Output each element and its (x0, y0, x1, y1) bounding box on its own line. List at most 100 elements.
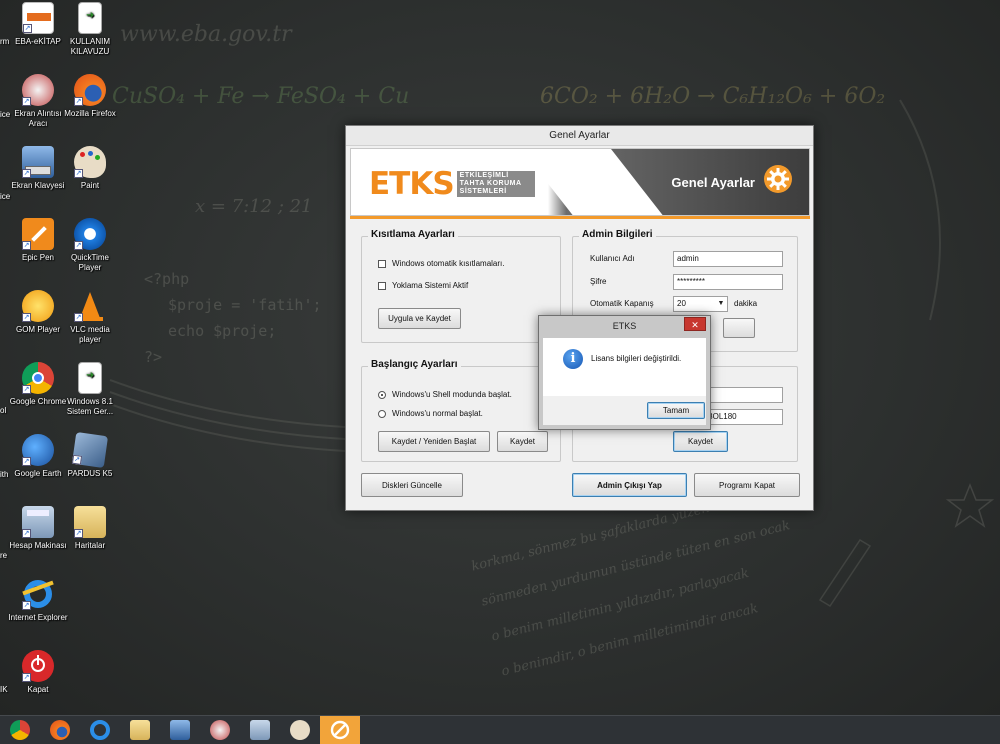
quicktime-icon: ↗ (74, 218, 106, 250)
mozilla-firefox-icon[interactable]: ↗ Mozilla Firefox (60, 74, 120, 119)
license-changed-dialog: ETKS ✕ i Lisans bilgileri değiştirildi. … (538, 315, 711, 430)
scissors-icon (210, 720, 230, 740)
update-disks-button[interactable]: Diskleri Güncelle (361, 473, 463, 497)
folder-icon (130, 720, 150, 740)
apply-save-button[interactable]: Uygula ve Kaydet (378, 308, 461, 329)
palette-icon (290, 720, 310, 740)
taskbar-internet-explorer[interactable] (80, 716, 120, 744)
admin-save-button-hidden[interactable] (723, 318, 755, 338)
icon-label: Mozilla Firefox (64, 109, 116, 118)
cut-label: ol (0, 406, 7, 415)
virtualbox-icon: ↗ (71, 431, 109, 469)
ekran-alintisi-icon[interactable]: ↗ Ekran Alıntısı Aracı (8, 74, 68, 129)
checkbox-label: Windows otomatik kısıtlamaları. (392, 259, 505, 268)
calculator-icon: ↗ (22, 506, 54, 538)
taskbar-snipping-tool[interactable] (200, 716, 240, 744)
auto-close-select[interactable]: 20 ▼ (673, 296, 728, 312)
icon-label: Google Earth (14, 469, 62, 478)
checkbox-label: Yoklama Sistemi Aktif (392, 281, 469, 290)
google-earth-icon[interactable]: ↗ Google Earth (8, 434, 68, 479)
firefox-icon: ↗ (74, 74, 106, 106)
icon-label: VLC media player (70, 325, 110, 344)
close-icon[interactable]: ✕ (684, 317, 706, 331)
restrictions-group: Kısıtlama Ayarları Windows otomatik kısı… (361, 229, 561, 343)
group-title: Admin Bilgileri (579, 229, 656, 240)
icon-label: GOM Player (15, 325, 60, 334)
startup-save-button[interactable]: Kaydet (497, 431, 548, 452)
close-program-button[interactable]: Programı Kapat (694, 473, 800, 497)
taskbar-on-screen-keyboard[interactable] (160, 716, 200, 744)
chrome-icon: ↗ (22, 362, 54, 394)
password-field[interactable]: ********* (673, 274, 783, 290)
kullanim-kilavuzu-icon[interactable]: ➜ KULLANIM KILAVUZU (60, 2, 120, 57)
epic-pen-icon[interactable]: ↗ Epic Pen (8, 218, 68, 263)
logo-sub-line: ETKİLEŞİMLİ (459, 172, 509, 179)
shortcut-arrow-icon: ↗ (22, 241, 31, 250)
icon-label: Haritalar (74, 541, 106, 550)
quicktime-player-icon[interactable]: ↗ QuickTime Player (60, 218, 120, 273)
keyboard-icon (170, 720, 190, 740)
taskbar-file-explorer[interactable] (120, 716, 160, 744)
palette-icon: ↗ (74, 146, 106, 178)
taskbar-firefox[interactable] (40, 716, 80, 744)
hesap-makinasi-icon[interactable]: ↗ Hesap Makinası (8, 506, 68, 551)
logo-sub-line: SİSTEMLERİ (459, 188, 507, 195)
checkbox-box[interactable] (378, 281, 386, 290)
group-title: Başlangıç Ayarları (368, 359, 461, 370)
kapat-icon[interactable]: ↗ Kapat (8, 650, 68, 695)
scissors-icon: ↗ (22, 74, 54, 106)
attendance-system-checkbox[interactable]: Yoklama Sistemi Aktif (378, 281, 468, 290)
taskbar-calculator[interactable] (240, 716, 280, 744)
icon-label: EBA-eKİTAP (15, 37, 61, 46)
chevron-down-icon[interactable]: ▼ (715, 297, 727, 311)
google-chrome-icon[interactable]: ↗ Google Chrome (8, 362, 68, 407)
shortcut-arrow-icon: ↗ (74, 313, 83, 322)
keyboard-icon: ↗ (22, 146, 54, 178)
eba-ekitap-icon[interactable]: ↗ EBA-eKİTAP (8, 2, 68, 47)
folder-icon: ↗ (74, 506, 106, 538)
ok-button[interactable]: Tamam (647, 402, 705, 419)
checkbox-box[interactable] (378, 259, 386, 268)
etks-app-icon (330, 720, 350, 740)
shell-mode-radio[interactable]: Windows'u Shell modunda başlat. (378, 390, 512, 399)
admin-logout-button[interactable]: Admin Çıkışı Yap (572, 473, 687, 497)
group-title: Kısıtlama Ayarları (368, 229, 458, 240)
document-icon: ➜ (78, 362, 102, 394)
haritalar-icon[interactable]: ↗ Haritalar (60, 506, 120, 551)
ebook-icon: ↗ (22, 2, 54, 34)
globe-icon: ↗ (22, 434, 54, 466)
logo-word: ETKS (369, 166, 455, 202)
logo-subtitle: ETKİLEŞİMLİ TAHTA KORUMA SİSTEMLERİ (456, 171, 535, 197)
taskbar (0, 715, 1000, 744)
icon-label: Epic Pen (21, 253, 55, 262)
shortcut-arrow-icon: ↗ (22, 385, 31, 394)
windows-restrictions-checkbox[interactable]: Windows otomatik kısıtlamaları. (378, 259, 504, 268)
paint-icon[interactable]: ↗ Paint (60, 146, 120, 191)
username-field[interactable]: admin (673, 251, 783, 267)
shortcut-arrow-icon: ↗ (74, 241, 83, 250)
internet-explorer-icon[interactable]: ↗ Internet Explorer (8, 578, 68, 623)
icon-label: Kapat (27, 685, 49, 694)
taskbar-etks[interactable] (320, 715, 360, 744)
license-save-button[interactable]: Kaydet (673, 431, 728, 452)
ekran-klavyesi-icon[interactable]: ↗ Ekran Klavyesi (8, 146, 68, 191)
dialog-message: Lisans bilgileri değiştirildi. (591, 354, 682, 363)
shortcut-arrow-icon: ↗ (74, 529, 83, 538)
save-restart-button[interactable]: Kaydet / Yeniden Başlat (378, 431, 490, 452)
taskbar-chrome[interactable] (0, 716, 40, 744)
shortcut-arrow-icon: ↗ (22, 529, 31, 538)
shortcut-arrow-icon: ↗ (71, 454, 83, 465)
radio-dot[interactable] (378, 390, 386, 399)
radio-dot[interactable] (378, 409, 386, 418)
icon-label: PARDUS K5 (67, 469, 113, 478)
windows-sistem-geri-icon[interactable]: ➜ Windows 8.1 Sistem Ger... (60, 362, 120, 417)
pen-icon: ↗ (22, 218, 54, 250)
gom-player-icon[interactable]: ↗ GOM Player (8, 290, 68, 335)
vlc-media-player-icon[interactable]: ↗ VLC media player (60, 290, 120, 345)
shortcut-arrow-icon: ↗ (22, 169, 31, 178)
taskbar-paint[interactable] (280, 716, 320, 744)
normal-mode-radio[interactable]: Windows'u normal başlat. (378, 409, 483, 418)
shortcut-arrow-icon: ↗ (23, 24, 32, 33)
pardus-k5-icon[interactable]: ↗ PARDUS K5 (60, 431, 120, 479)
power-icon: ↗ (22, 650, 54, 682)
